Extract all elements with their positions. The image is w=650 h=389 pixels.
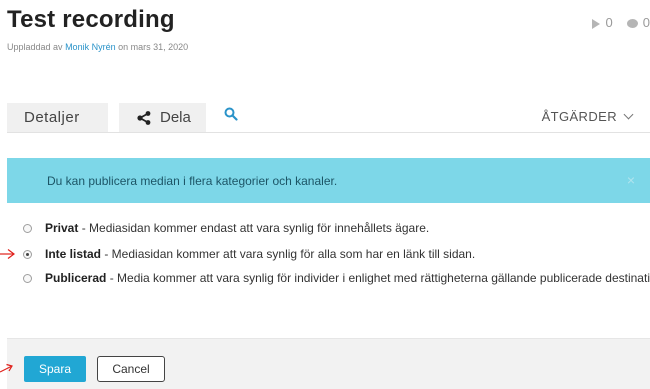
option-unlisted[interactable]: Inte listad - Mediasidan kommer att vara… [23,247,475,261]
search-icon[interactable] [224,107,238,121]
radio-published[interactable] [23,273,32,283]
radio-unlisted[interactable] [23,249,32,259]
tab-share[interactable]: Dela [119,103,206,132]
comment-icon [626,19,638,29]
author-link[interactable]: Monik Nyrén [65,42,116,52]
chevron-down-icon [623,109,634,120]
media-stats: 00 [591,15,650,30]
share-icon [137,110,151,125]
radio-private[interactable] [23,223,32,233]
tab-divider [7,132,650,133]
alert-close-button[interactable]: × [627,172,635,188]
actions-dropdown[interactable]: ÅTGÄRDER [542,109,634,124]
tab-details[interactable]: Detaljer [7,103,108,132]
page-title: Test recording [7,6,175,33]
cancel-button[interactable]: Cancel [97,356,165,382]
play-count: 0 [605,15,613,30]
upload-meta: Uppladdad av Monik Nyrén on mars 31, 202… [7,42,189,52]
option-private[interactable]: Privat - Mediasidan kommer endast att va… [23,221,429,235]
annotation-arrow [0,249,15,259]
play-icon [591,18,600,29]
save-button[interactable]: Spara [24,356,86,382]
option-published[interactable]: Publicerad - Media kommer att vara synli… [23,271,650,285]
comment-count: 0 [642,15,650,30]
annotation-arrow [0,363,13,373]
info-alert: Du kan publicera median i flera kategori… [7,158,650,203]
